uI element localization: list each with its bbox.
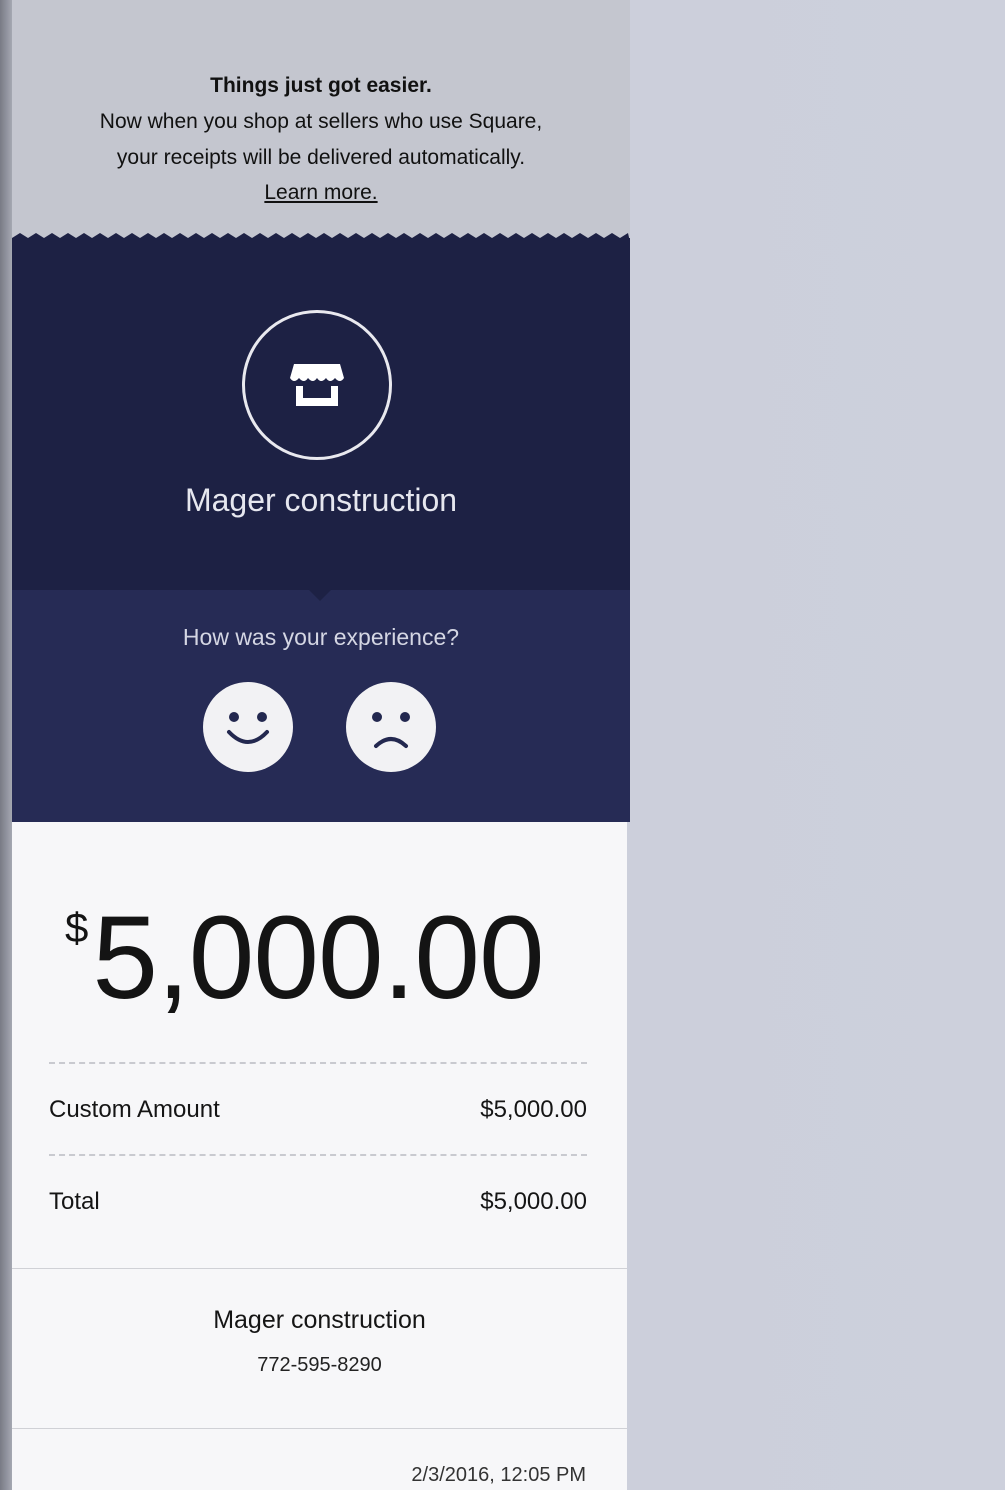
- section-divider: [12, 1268, 627, 1269]
- line-item-label: Custom Amount: [49, 1096, 220, 1123]
- promo-text-line-1: Now when you shop at sellers who use Squ…: [99, 110, 543, 133]
- section-divider: [12, 1428, 627, 1429]
- currency-symbol: $: [65, 904, 89, 951]
- header-pointer-notch: [308, 589, 332, 601]
- promo-banner: Things just got easier. Now when you sho…: [12, 0, 630, 240]
- amount-value: 5,000.00: [92, 892, 544, 1024]
- smiley-face-icon[interactable]: [203, 682, 293, 772]
- dashed-divider: [49, 1062, 587, 1064]
- footer-phone[interactable]: 772-595-8290: [12, 1354, 627, 1377]
- receipt-email: Things just got easier. Now when you sho…: [0, 0, 640, 1490]
- footer-merchant-name: Mager construction: [213, 1306, 426, 1334]
- merchant-name: Mager construction: [184, 482, 458, 518]
- receipt-header: Mager construction: [12, 238, 630, 590]
- line-item-value: $5,000.00: [480, 1096, 587, 1123]
- feedback-section: How was your experience?: [12, 589, 630, 822]
- learn-more-link[interactable]: Learn more.: [12, 181, 630, 205]
- promo-title: Things just got easier.: [210, 74, 432, 97]
- feedback-question: How was your experience?: [182, 624, 460, 650]
- total-value: $5,000.00: [480, 1188, 587, 1215]
- dashed-divider: [49, 1154, 587, 1156]
- receipt-body: $5,000.00 Custom Amount $5,000.00 Total …: [12, 822, 627, 1490]
- total-amount-display: $5,000.00: [65, 890, 545, 1026]
- storefront-icon: [242, 310, 392, 460]
- frowny-face-icon[interactable]: [346, 682, 436, 772]
- promo-text-line-2: your receipts will be delivered automati…: [116, 146, 526, 169]
- total-label: Total: [49, 1188, 100, 1215]
- receipt-datetime: 2/3/2016, 12:05 PM: [411, 1464, 586, 1486]
